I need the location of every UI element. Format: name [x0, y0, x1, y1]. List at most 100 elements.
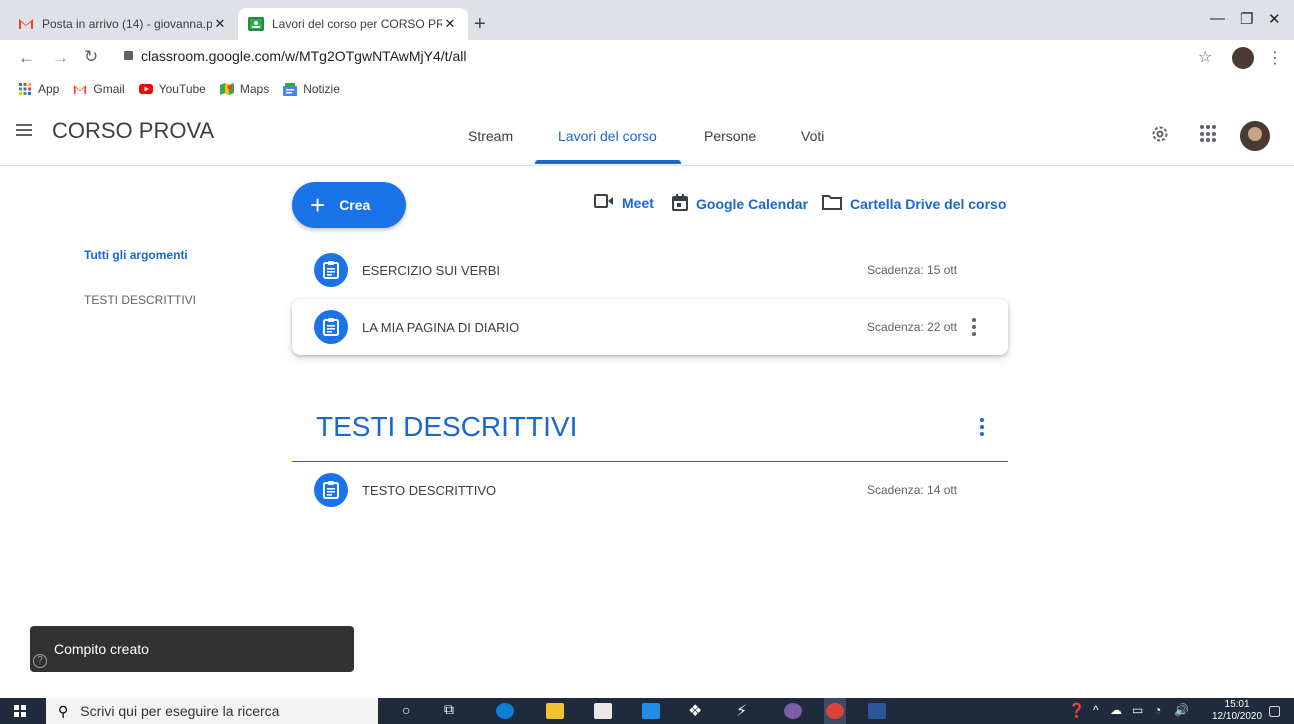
word-icon[interactable] — [868, 703, 886, 719]
maps-icon — [219, 82, 234, 96]
user-avatar[interactable] — [1240, 121, 1270, 151]
more-options-icon[interactable] — [972, 318, 976, 336]
google-apps-icon[interactable] — [1200, 125, 1218, 143]
help-icon[interactable]: ? — [33, 654, 47, 668]
bookmark-gmail[interactable]: Gmail — [73, 82, 125, 96]
link-label: Cartella Drive del corso — [850, 195, 1007, 212]
main-menu-icon[interactable] — [16, 124, 32, 136]
back-icon[interactable]: ← — [18, 48, 35, 68]
maximize-icon[interactable]: ❐ — [1240, 10, 1253, 28]
browser-tab-classroom[interactable]: Lavori del corso per CORSO PRO ✕ — [238, 8, 468, 40]
close-window-icon[interactable]: ✕ — [1268, 10, 1281, 28]
bookmark-label: Maps — [239, 82, 270, 96]
tab-persone[interactable]: Persone — [704, 128, 756, 144]
profile-avatar[interactable] — [1232, 47, 1254, 69]
battery-icon[interactable]: ▭ — [1132, 703, 1143, 717]
tab-lavori-del-corso[interactable]: Lavori del corso — [558, 128, 657, 144]
sidebar-item-testi-descrittivi[interactable]: TESTI DESCRITTIVI — [84, 293, 196, 307]
clock[interactable]: 15:01 12/10/2020 — [1212, 699, 1262, 723]
forward-icon[interactable]: → — [52, 48, 69, 68]
assignment-title: TESTO DESCRITTIVO — [362, 482, 497, 498]
topic-title[interactable]: TESTI DESCRITTIVI — [316, 411, 577, 443]
bookmark-label: Gmail — [93, 82, 125, 96]
cortana-icon[interactable]: ○ — [402, 702, 410, 718]
chevron-up-icon[interactable]: ^ — [1093, 703, 1099, 717]
address-bar[interactable]: classroom.google.com/w/MTg2OTgwNTAwMjY4/… — [124, 48, 466, 64]
task-view-icon[interactable]: ⧉ — [444, 701, 454, 718]
google-calendar-link[interactable]: Google Calendar — [672, 194, 808, 214]
browser-tab-strip: Posta in arrivo (14) - giovanna.pa ✕ Lav… — [0, 0, 1294, 40]
edge-icon[interactable] — [496, 703, 514, 719]
classroom-icon — [248, 16, 264, 32]
link-label: Meet — [622, 194, 654, 211]
clock-time: 15:01 — [1224, 699, 1250, 710]
due-date: Scadenza: 15 ott — [867, 263, 958, 277]
bookmark-youtube[interactable]: YouTube — [138, 82, 206, 96]
assignment-title: ESERCIZIO SUI VERBI — [362, 262, 500, 278]
assignment-title: LA MIA PAGINA DI DIARIO — [362, 319, 520, 335]
wifi-icon[interactable]: ◔ — [1154, 703, 1161, 717]
meet-link[interactable]: Meet — [594, 194, 654, 211]
clock-date: 12/10/2020 — [1212, 711, 1263, 722]
bookmark-label: YouTube — [158, 82, 206, 96]
assignment-row[interactable]: TESTO DESCRITTIVO Scadenza: 14 ott — [292, 462, 1008, 518]
assignment-row[interactable]: LA MIA PAGINA DI DIARIO Scadenza: 22 ott — [292, 299, 1008, 355]
course-title[interactable]: CORSO PROVA — [52, 118, 214, 144]
gmail-icon — [73, 82, 87, 96]
mail-icon[interactable] — [642, 703, 660, 719]
bookmark-notizie[interactable]: Notizie — [283, 82, 340, 96]
tab-title: Lavori del corso per CORSO PRO — [272, 17, 442, 31]
topic-more-options-icon[interactable] — [980, 418, 984, 436]
folder-icon — [822, 194, 842, 213]
video-icon — [594, 194, 614, 211]
due-date: Scadenza: 22 ott — [867, 320, 958, 334]
windows-start-icon[interactable] — [14, 705, 26, 717]
create-button[interactable]: + Crea — [292, 182, 406, 228]
notifications-icon[interactable]: ▢ — [1268, 702, 1281, 719]
volume-icon[interactable]: 🔊 — [1174, 703, 1189, 717]
close-tab-icon[interactable]: ✕ — [212, 16, 228, 32]
chrome-icon[interactable] — [826, 703, 844, 719]
lock-icon — [124, 51, 133, 60]
news-icon — [283, 82, 298, 96]
gear-icon[interactable] — [1150, 124, 1170, 144]
bookmark-star-icon[interactable]: ☆ — [1198, 47, 1212, 67]
dropbox-icon[interactable]: ❖ — [688, 701, 702, 721]
windows-taskbar: ⚲ Scrivi qui per eseguire la ricerca ○ ⧉… — [0, 698, 1294, 724]
gmail-icon — [18, 16, 34, 32]
close-tab-icon[interactable]: ✕ — [442, 16, 458, 32]
store-icon[interactable] — [594, 703, 612, 719]
bookmarks-bar: App Gmail YouTube Maps Notizie — [0, 76, 1294, 102]
bookmark-label: App — [38, 82, 60, 96]
tab-stream[interactable]: Stream — [468, 128, 513, 144]
snackbar: Compito creato — [30, 626, 354, 672]
tab-title: Posta in arrivo (14) - giovanna.pa — [42, 17, 212, 31]
search-placeholder: Scrivi qui per eseguire la ricerca — [80, 703, 280, 719]
assignment-icon — [314, 310, 348, 344]
assignment-row[interactable]: ESERCIZIO SUI VERBI Scadenza: 15 ott — [292, 242, 1008, 298]
sidebar-item-all-topics[interactable]: Tutti gli argomenti — [84, 248, 188, 262]
reload-icon[interactable]: ↻ — [84, 47, 98, 67]
calendar-icon — [672, 194, 688, 214]
browser-menu-icon[interactable]: ⋮ — [1267, 48, 1283, 68]
tab-voti[interactable]: Voti — [801, 128, 824, 144]
apps-grid-icon — [18, 82, 32, 96]
search-icon: ⚲ — [58, 702, 69, 719]
file-explorer-icon[interactable] — [546, 703, 564, 719]
onedrive-icon[interactable]: ☁ — [1110, 703, 1122, 717]
url-text: classroom.google.com/w/MTg2OTgwNTAwMjY4/… — [141, 48, 467, 64]
assignment-icon — [314, 253, 348, 287]
bookmark-app[interactable]: App — [18, 82, 59, 96]
minimize-icon[interactable]: — — [1210, 10, 1225, 27]
new-tab-button[interactable]: + — [474, 14, 486, 34]
browser-tab-gmail[interactable]: Posta in arrivo (14) - giovanna.pa ✕ — [8, 8, 238, 40]
help-tray-icon[interactable]: ❓ — [1068, 702, 1085, 719]
drive-folder-link[interactable]: Cartella Drive del corso — [822, 194, 1006, 213]
due-date: Scadenza: 14 ott — [867, 483, 958, 497]
paint-icon[interactable] — [784, 703, 802, 719]
app-icon[interactable]: ⚡ — [736, 701, 747, 721]
windows-search-box[interactable]: ⚲ Scrivi qui per eseguire la ricerca — [46, 698, 378, 724]
classroom-header: CORSO PROVA Stream Lavori del corso Pers… — [0, 102, 1294, 166]
bookmark-maps[interactable]: Maps — [219, 82, 270, 96]
plus-icon: + — [310, 190, 326, 220]
